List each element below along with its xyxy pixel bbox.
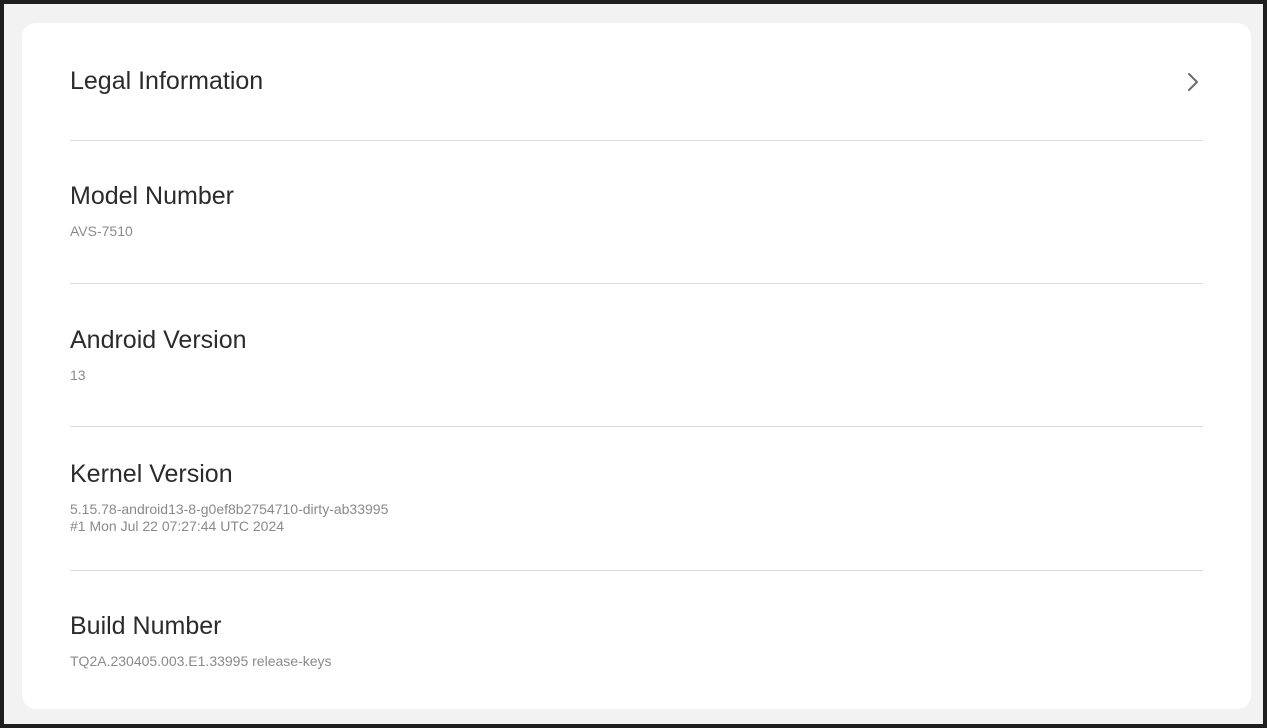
settings-screen: Legal Information Model Number AVS-7510 … <box>4 4 1263 724</box>
kernel-version-line-1: 5.15.78-android13-8-g0ef8b2754710-dirty-… <box>70 501 389 517</box>
kernel-version-value: 5.15.78-android13-8-g0ef8b2754710-dirty-… <box>70 501 1203 535</box>
divider <box>70 426 1203 427</box>
android-version-title: Android Version <box>70 326 247 354</box>
android-version-value: 13 <box>70 367 86 383</box>
divider <box>70 570 1203 571</box>
chevron-right-icon <box>1188 73 1198 91</box>
legal-information-title: Legal Information <box>70 67 264 95</box>
model-number-item: Model Number AVS-7510 <box>70 181 1203 240</box>
build-number-value: TQ2A.230405.003.E1.33995 release-keys <box>70 653 332 669</box>
build-number-title: Build Number <box>70 612 222 640</box>
kernel-version-line-2: #1 Mon Jul 22 07:27:44 UTC 2024 <box>70 518 285 534</box>
model-number-value: AVS-7510 <box>70 223 133 239</box>
about-device-card: Legal Information Model Number AVS-7510 … <box>22 23 1251 709</box>
android-version-item[interactable]: Android Version 13 <box>70 325 1203 384</box>
kernel-version-title: Kernel Version <box>70 460 233 488</box>
model-number-title: Model Number <box>70 182 234 210</box>
legal-information-item[interactable]: Legal Information <box>70 66 1203 98</box>
kernel-version-item: Kernel Version 5.15.78-android13-8-g0ef8… <box>70 459 1203 535</box>
divider <box>70 283 1203 284</box>
build-number-item[interactable]: Build Number TQ2A.230405.003.E1.33995 re… <box>70 611 1203 670</box>
divider <box>70 140 1203 141</box>
